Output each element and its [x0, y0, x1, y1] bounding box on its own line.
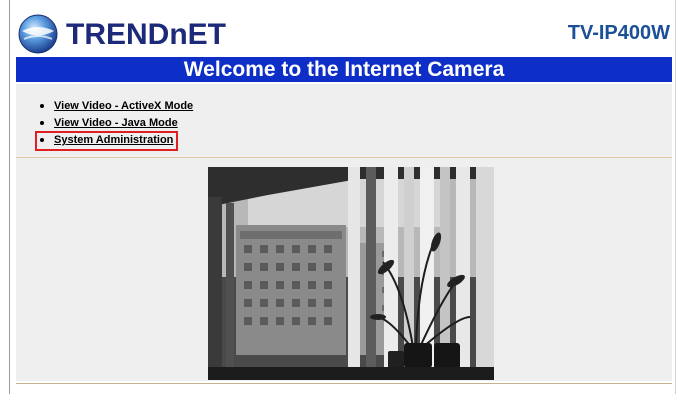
bullet-icon [40, 121, 44, 125]
main-content: View Video - ActiveX Mode View Video - J… [16, 84, 672, 381]
page-title: Welcome to the Internet Camera [16, 57, 672, 82]
camera-video-feed[interactable] [208, 167, 494, 380]
divider [16, 157, 672, 158]
window-left-border [9, 0, 10, 394]
brand-name: TRENDnET [66, 18, 226, 51]
trendnet-logo: TRENDnET [18, 12, 248, 56]
globe-icon [18, 14, 58, 54]
view-video-activex-link[interactable]: View Video - ActiveX Mode [54, 100, 193, 112]
menu-item-java[interactable]: View Video - Java Mode [38, 115, 193, 132]
camera-snapshot [208, 167, 494, 380]
bullet-icon [40, 104, 44, 108]
selection-highlight [35, 131, 178, 151]
header: TRENDnET TV-IP400W [16, 12, 672, 56]
footer-divider [16, 383, 672, 384]
camera-model: TV-IP400W [567, 22, 670, 44]
view-video-java-link[interactable]: View Video - Java Mode [54, 117, 178, 129]
menu-item-activex[interactable]: View Video - ActiveX Mode [38, 98, 193, 115]
